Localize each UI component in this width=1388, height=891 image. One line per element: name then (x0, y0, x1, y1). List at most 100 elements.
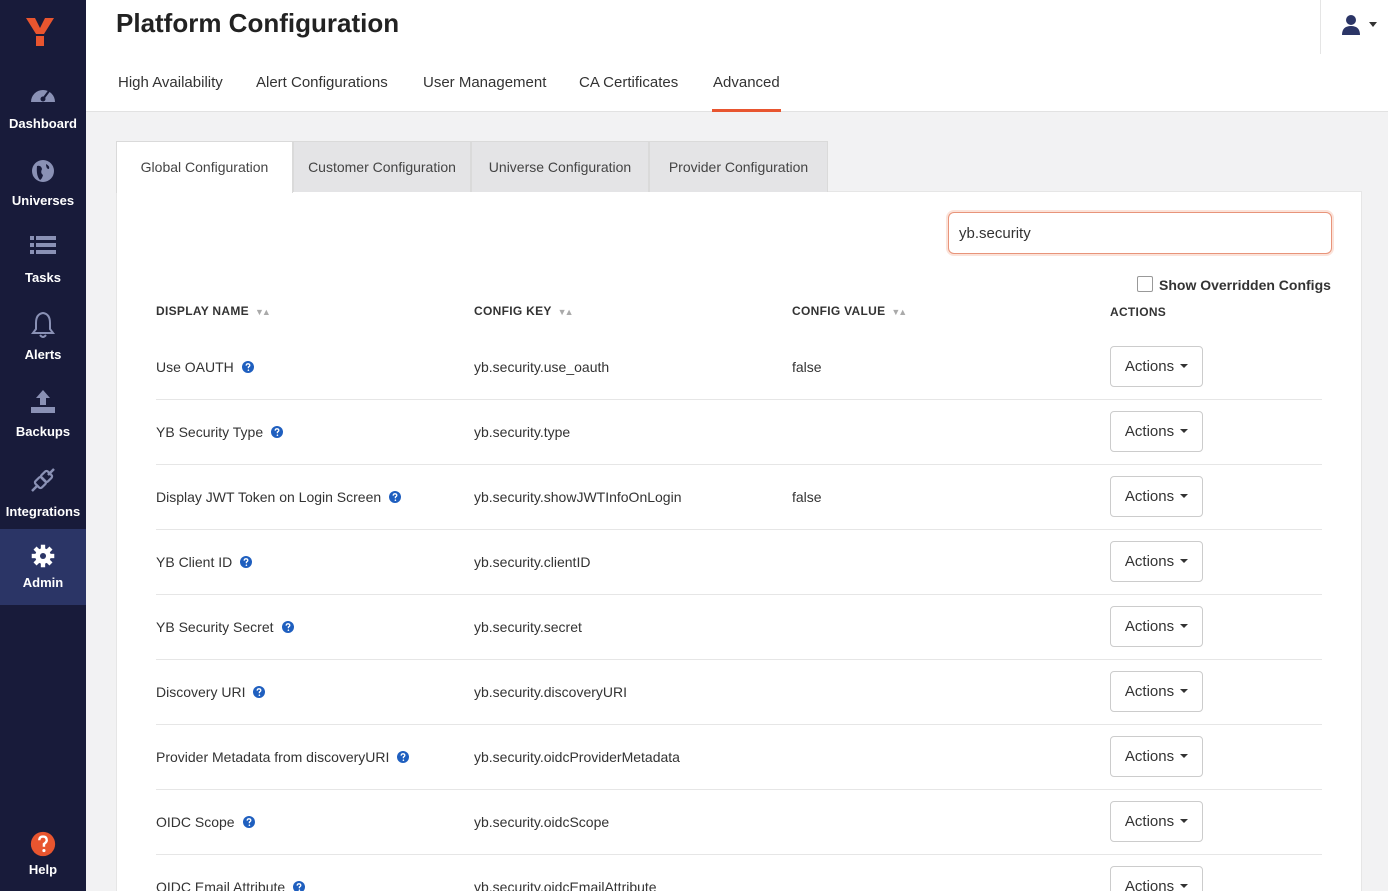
actions-button-label: Actions (1124, 423, 1175, 440)
sort-icon: ▼▲ (891, 307, 907, 317)
help-icon[interactable] (241, 361, 254, 374)
config-display-name: YB Client ID (156, 530, 253, 594)
actions-button[interactable]: Actions (1110, 801, 1203, 842)
user-icon (1342, 15, 1360, 35)
tab-alert-configurations[interactable]: Alert Configurations (256, 74, 388, 112)
table-row: Provider Metadata from discoveryURI yb.s… (156, 725, 1322, 790)
table-row: YB Security Secret yb.security.secret Ac… (156, 595, 1322, 660)
sidebar-label-admin: Admin (22, 575, 64, 590)
help-icon[interactable] (293, 881, 306, 891)
table-row: OIDC Scope yb.security.oidcScope Actions (156, 790, 1322, 855)
tab-customer-configuration[interactable]: Customer Configuration (293, 141, 471, 192)
tab-provider-configuration[interactable]: Provider Configuration (649, 141, 828, 192)
config-display-name: YB Security Secret (156, 595, 294, 659)
config-key: yb.security.clientID (474, 554, 591, 570)
config-display-name: Display JWT Token on Login Screen (156, 465, 402, 529)
config-display-name: Discovery URI (156, 660, 266, 724)
caret-down-icon (1180, 754, 1189, 759)
column-header-display-name[interactable]: DISPLAY NAME ▼▲ (156, 304, 271, 318)
config-key: yb.security.discoveryURI (474, 684, 628, 700)
actions-button[interactable]: Actions (1110, 541, 1203, 582)
sidebar-item-tasks[interactable]: Tasks (0, 234, 86, 310)
help-icon[interactable] (281, 621, 294, 634)
caret-down-icon (1180, 819, 1189, 824)
column-header-config-value[interactable]: CONFIG VALUE ▼▲ (792, 304, 907, 318)
sidebar-label-dashboard: Dashboard (9, 116, 77, 131)
config-display-name: YB Security Type (156, 400, 284, 464)
actions-button[interactable]: Actions (1110, 606, 1203, 647)
caret-down-icon (1180, 559, 1189, 564)
sidebar-item-dashboard[interactable]: Dashboard (0, 80, 86, 156)
config-value: false (792, 489, 822, 505)
tab-advanced[interactable]: Advanced (712, 74, 781, 112)
column-header-config-key-label: CONFIG KEY (474, 304, 552, 318)
tab-user-management[interactable]: User Management (423, 74, 546, 112)
table-row: Display JWT Token on Login Screen yb.sec… (156, 465, 1322, 530)
caret-down-icon (1180, 624, 1189, 629)
config-key: yb.security.showJWTInfoOnLogin (474, 489, 682, 505)
actions-button[interactable]: Actions (1110, 476, 1203, 517)
table-row: YB Security Type yb.security.type Action… (156, 400, 1322, 465)
question-circle-icon (30, 831, 56, 857)
config-key: yb.security.oidcScope (474, 814, 610, 830)
user-menu[interactable] (1320, 0, 1388, 54)
sidebar: Dashboard Universes Tasks Alerts Backups (0, 0, 86, 891)
config-display-name-text: Discovery URI (156, 684, 246, 700)
config-display-name-text: Use OAUTH (156, 359, 234, 375)
sidebar-item-help[interactable]: Help (0, 830, 86, 891)
config-key: yb.security.type (474, 424, 571, 440)
table-row: Use OAUTH yb.security.use_oauth false Ac… (156, 335, 1322, 400)
config-display-name: OIDC Email Attribute (156, 855, 306, 891)
help-icon[interactable] (253, 686, 266, 699)
sidebar-item-admin[interactable]: Admin (0, 529, 86, 605)
show-overridden-checkbox[interactable] (1137, 276, 1153, 292)
actions-button-label: Actions (1124, 683, 1175, 700)
tab-high-availability[interactable]: High Availability (118, 74, 223, 112)
caret-down-icon (1180, 689, 1189, 694)
dashboard-gauge-icon (31, 90, 55, 102)
caret-down-icon (1180, 494, 1189, 499)
config-display-name-text: Provider Metadata from discoveryURI (156, 749, 390, 765)
column-header-config-value-label: CONFIG VALUE (792, 304, 886, 318)
column-header-actions: ACTIONS (1110, 305, 1167, 319)
column-header-display-name-label: DISPLAY NAME (156, 304, 249, 318)
caret-down-icon (1180, 364, 1189, 369)
column-header-config-key[interactable]: CONFIG KEY ▼▲ (474, 304, 574, 318)
plug-icon (31, 468, 55, 492)
config-key: yb.security.oidcEmailAttribute (474, 879, 657, 891)
yugabyte-logo[interactable] (20, 12, 60, 52)
page-title: Platform Configuration (116, 8, 400, 38)
actions-button[interactable]: Actions (1110, 736, 1203, 777)
actions-button-label: Actions (1124, 553, 1175, 570)
sidebar-item-alerts[interactable]: Alerts (0, 311, 86, 387)
help-icon[interactable] (397, 751, 410, 764)
actions-button-label: Actions (1124, 488, 1175, 505)
help-icon[interactable] (389, 491, 402, 504)
bell-icon (31, 311, 55, 338)
tab-universe-configuration[interactable]: Universe Configuration (471, 141, 649, 192)
tab-ca-certificates[interactable]: CA Certificates (579, 74, 678, 112)
actions-button[interactable]: Actions (1110, 671, 1203, 712)
search-input[interactable] (948, 212, 1332, 254)
config-display-name-text: YB Security Secret (156, 619, 274, 635)
actions-button-label: Actions (1124, 358, 1175, 375)
actions-button-label: Actions (1124, 618, 1175, 635)
sidebar-item-backups[interactable]: Backups (0, 388, 86, 464)
help-icon[interactable] (240, 556, 253, 569)
actions-button[interactable]: Actions (1110, 411, 1203, 452)
config-display-name-text: YB Client ID (156, 554, 233, 570)
sidebar-item-universes[interactable]: Universes (0, 157, 86, 233)
sidebar-label-alerts: Alerts (24, 347, 62, 362)
sidebar-label-backups: Backups (15, 424, 71, 439)
chevron-down-icon (1369, 22, 1377, 27)
help-icon[interactable] (242, 816, 255, 829)
actions-button[interactable]: Actions (1110, 866, 1203, 891)
help-icon[interactable] (271, 426, 284, 439)
config-key: yb.security.secret (474, 619, 582, 635)
sidebar-label-integrations: Integrations (5, 504, 81, 519)
actions-button[interactable]: Actions (1110, 346, 1203, 387)
sort-icon: ▼▲ (557, 307, 574, 317)
tab-global-configuration[interactable]: Global Configuration (116, 141, 293, 193)
actions-button-label: Actions (1124, 878, 1175, 891)
config-display-name-text: OIDC Scope (156, 814, 235, 830)
